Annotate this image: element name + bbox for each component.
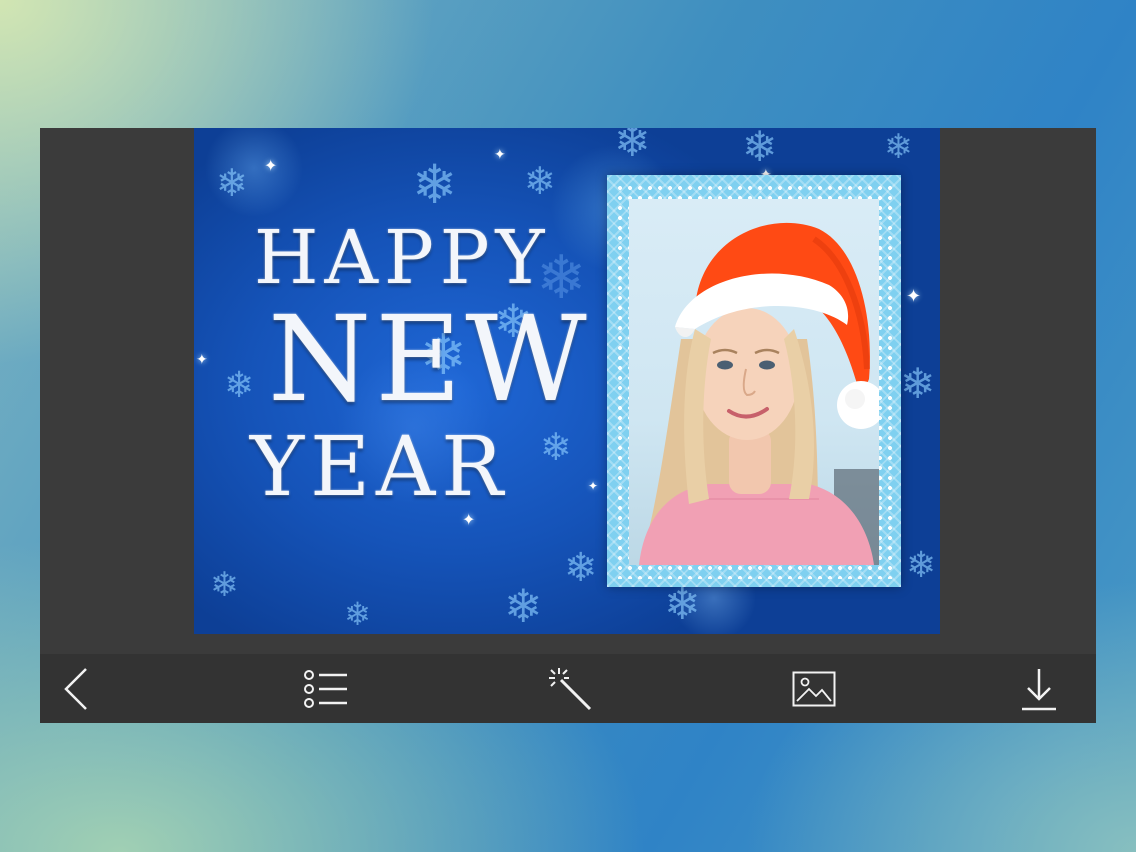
gallery-button[interactable] [784, 654, 844, 723]
list-icon [304, 669, 347, 708]
sparkle-decoration: ✦ [588, 479, 599, 493]
greeting-text: HAPPY NEW YEAR [234, 215, 591, 516]
magic-wand-icon [549, 667, 592, 710]
snowflake-decoration: ❄ [884, 128, 913, 167]
greeting-line-year: YEAR [250, 420, 509, 515]
snowflake-decoration: ❄ [344, 595, 371, 633]
chevron-left-icon [64, 667, 87, 710]
editor-window: ❄ ❄ ❄ ❄ ❄ ❄ ❄ ❄ ❄ ❄ ❄ ❄ ❄ ❄ ❄ ❄ ❄ ❄ ✦ ✦ … [40, 128, 1096, 723]
sparkle-decoration: ✦ [196, 352, 208, 368]
greeting-line-new: NEW [268, 290, 591, 428]
effects-button[interactable] [540, 654, 600, 723]
snowflake-decoration: ❄ [906, 545, 937, 586]
snowflake-decoration: ❄ [742, 128, 778, 171]
back-button[interactable] [54, 654, 98, 723]
image-icon [792, 671, 836, 706]
sparkle-decoration: ✦ [494, 147, 506, 163]
user-photo[interactable] [629, 199, 879, 565]
snowflake-decoration: ❄ [412, 153, 458, 216]
snowflake-decoration: ❄ [504, 579, 543, 633]
snowflake-decoration: ❄ [900, 359, 936, 408]
templates-list-button[interactable] [296, 654, 356, 723]
snowflake-decoration: ❄ [614, 128, 651, 167]
greeting-card-canvas[interactable]: ❄ ❄ ❄ ❄ ❄ ❄ ❄ ❄ ❄ ❄ ❄ ❄ ❄ ❄ ❄ ❄ ❄ ❄ ✦ ✦ … [194, 128, 940, 634]
snowflake-decoration: ❄ [664, 579, 701, 630]
bottom-toolbar [40, 654, 1096, 723]
snowflake-decoration: ❄ [564, 545, 598, 591]
sparkle-decoration: ✦ [264, 156, 278, 175]
download-button[interactable] [1014, 654, 1064, 723]
snowflake-decoration: ❄ [216, 161, 248, 205]
snowflake-decoration: ❄ [524, 159, 556, 203]
portrait-illustration [639, 222, 879, 565]
sparkle-decoration: ✦ [906, 286, 922, 307]
snowflake-decoration: ❄ [210, 565, 239, 605]
photo-frame[interactable] [607, 175, 901, 587]
greeting-line-happy: HAPPY [254, 215, 551, 301]
download-icon [1022, 668, 1056, 710]
